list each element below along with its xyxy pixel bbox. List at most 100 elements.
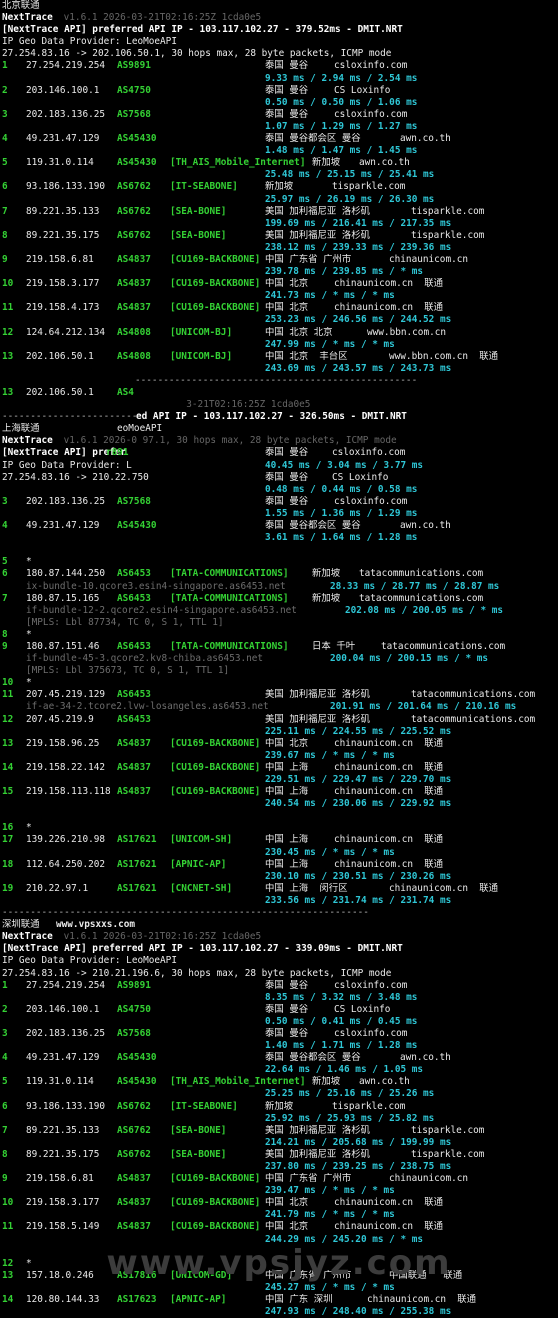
terminal-line: 6 93.186.133.190 AS6762 [IT-SEABONE] 新加坡 tisp…	[0, 181, 558, 193]
hop-asn: AS4750	[117, 1003, 151, 1015]
hop-geo: 泰国 曼谷都会区 曼谷	[265, 133, 361, 145]
hop-tag: [TATA-COMMUNICATIONS]	[170, 568, 289, 580]
hop-ip: 219.158.4.173	[26, 302, 100, 314]
terminal-line: [MPLS: Lbl 87734, TC 0, S 1, TTL 1]	[0, 617, 558, 629]
hop-ip: 202.183.136.25	[26, 108, 106, 120]
terminal-line: 247.93 ms / 248.40 ms / 255.38 ms	[0, 1306, 558, 1318]
hop-geo: 美国 加利福尼亚 洛杉矶	[265, 229, 371, 241]
terminal-line: IP Geo Data Provider: LeoMoeAPI	[0, 955, 558, 967]
terminal-line: 15 219.158.113.118 AS4837 [CU169-BACKBONE] 中…	[0, 786, 558, 798]
hop-ip: 93.186.133.190	[26, 1100, 106, 1112]
hop-ip: 49.231.47.129	[26, 1052, 100, 1064]
hop-host: chinaunicom.cn 联通	[389, 882, 499, 894]
terminal-line: 13 202.106.50.1 AS4808 [UNICOM-BJ] 中国 北京 丰台区…	[0, 351, 558, 363]
terminal-line: 0.50 ms / 0.41 ms / 0.45 ms	[0, 1016, 558, 1028]
hop-asn: AS6762	[117, 205, 151, 217]
geo-text: 泰国 曼谷	[265, 447, 309, 459]
hop-number: 11	[2, 1221, 14, 1233]
terminal-line: ----------------------------------------…	[0, 375, 558, 387]
terminal-line: 243.69 ms / 243.57 ms / 243.73 ms	[0, 363, 558, 375]
hop-number: 4	[2, 1052, 8, 1064]
terminal-line: 12 124.64.212.134 AS4808 [UNICOM-BJ] 中国 北京 北…	[0, 327, 558, 339]
line-text: IP Geo Data Provider: L	[2, 459, 132, 471]
rtt-text: 1.07 ms / 1.29 ms / 1.27 ms	[265, 120, 418, 132]
terminal-line: 上海联通 eoMoeAPI	[0, 423, 558, 435]
hop-number: 12	[2, 326, 14, 338]
rtt-text: 241.79 ms / * ms / * ms	[265, 1209, 395, 1221]
terminal-line: 3 202.183.136.25 AS7568 泰国 曼谷 csloxinfo.com	[0, 496, 558, 508]
hop-asn: AS4808	[117, 350, 151, 362]
asn-text: r891	[106, 447, 129, 459]
hop-ip: 124.64.212.134	[26, 326, 106, 338]
terminal-line: 8 *	[0, 629, 558, 641]
hop-ip: 27.254.219.254	[26, 979, 106, 991]
terminal-line: 3.61 ms / 1.64 ms / 1.28 ms	[0, 532, 558, 544]
hop-number: 2	[2, 84, 8, 96]
hop-number: 1	[2, 979, 8, 991]
terminal-line: 4 49.231.47.129 AS45430 泰国 曼谷都会区 曼谷 awn.co.t…	[0, 133, 558, 145]
terminal-line: 25.25 ms / 25.16 ms / 25.26 ms	[0, 1088, 558, 1100]
hop-ip: 219.158.5.149	[26, 1221, 100, 1233]
hop-geo: 泰国 曼谷都会区 曼谷	[265, 1052, 361, 1064]
hop-asn: AS45430	[117, 157, 157, 169]
hop-number: 6	[2, 1100, 8, 1112]
rtt-text: 241.73 ms / * ms / * ms	[265, 290, 395, 302]
hop-tag: [TATA-COMMUNICATIONS]	[170, 640, 289, 652]
hop-tag: [CU169-BACKBONE]	[170, 786, 261, 798]
terminal-line: 229.51 ms / 229.47 ms / 229.70 ms	[0, 774, 558, 786]
terminal-line: 27.254.83.16 -> 202.106.50.1, 30 hops ma…	[0, 48, 558, 60]
hop-host: chinaunicom.cn 联通	[334, 1197, 444, 1209]
hop-tag: [CNCNET-SH]	[170, 882, 233, 894]
rtt-text: 9.33 ms / 2.94 ms / 2.54 ms	[265, 72, 418, 84]
hop-asn: AS6453	[117, 689, 151, 701]
hop-tag: [APNIC-AP]	[170, 858, 227, 870]
hop-ip: 219.158.22.142	[26, 761, 106, 773]
terminal-line: NextTrace v1.6.1 2026-0 97.1, 30 hops ma…	[0, 435, 558, 447]
hop-ip: 89.221.35.133	[26, 1124, 100, 1136]
site-text: www.vpsxxs.com	[56, 919, 136, 931]
hop-ip: 49.231.47.129	[26, 520, 100, 532]
hop-host: chinaunicom.cn 联通	[334, 1221, 444, 1233]
terminal-line: IP Geo Data Provider: L 40.45 ms / 3.04 m…	[0, 460, 558, 472]
rtt-text: 0.50 ms / 0.41 ms / 0.45 ms	[265, 1015, 418, 1027]
hop-host: csloxinfo.com	[334, 60, 408, 72]
line-text: 3-21T02:16:25Z 1cda0e5	[0, 399, 311, 411]
hop-tag: [TH_AIS_Mobile_Internet]	[170, 157, 306, 169]
hop-host: csloxinfo.com	[334, 1027, 408, 1039]
terminal-line: 6 180.87.144.250 AS6453 [TATA-COMMUNICATION…	[0, 568, 558, 580]
hop-host: csloxinfo.com	[334, 979, 408, 991]
hop-number: 3	[2, 1027, 8, 1039]
terminal-line: ----------------------------------------…	[0, 907, 558, 919]
terminal-line: 0.50 ms / 0.50 ms / 1.06 ms	[0, 97, 558, 109]
hop-host: CS Loxinfo	[334, 84, 391, 96]
hop-asn: AS6762	[117, 1124, 151, 1136]
rtt-text: 233.56 ms / 231.74 ms / 231.74 ms	[265, 894, 452, 906]
terminal-line: 0.48 ms / 0.44 ms / 0.58 ms	[0, 484, 558, 496]
rtt-text: 229.51 ms / 229.47 ms / 229.70 ms	[265, 774, 452, 785]
app-name: NextTrace	[2, 931, 53, 943]
hop-tag: [SEA-BONE]	[170, 1148, 227, 1160]
hop-geo: 中国 上海	[265, 786, 309, 798]
hop-ip: 203.146.100.1	[26, 1003, 100, 1015]
hop-ip: 89.221.35.175	[26, 229, 100, 241]
hop-geo: 中国 北京	[265, 302, 309, 314]
hop-host: csloxinfo.com	[334, 495, 408, 507]
hop-ip: 210.22.97.1	[26, 882, 89, 894]
hop-host: tisparkle.com	[411, 229, 485, 241]
hop-geo: 泰国 曼谷	[265, 108, 309, 120]
hop-asn: AS4837	[117, 1197, 151, 1209]
rtt-text: 3.61 ms / 1.64 ms / 1.28 ms	[265, 532, 418, 544]
hop-host: chinaunicom.cn 联通	[334, 834, 444, 846]
reverse-dns: if-ae-34-2.tcore2.lvw-losangeles.as6453.…	[26, 701, 269, 713]
terminal-output: 北京联通 NextTrace v1.6.1 2026-03-21T02:16:25…	[0, 0, 558, 1318]
hop-asn: AS45430	[117, 133, 157, 145]
hop-asn: AS45430	[117, 1052, 157, 1064]
hop-number: 7	[2, 205, 8, 217]
terminal-line: if-bundle-12-2.qcore2.esin4-singapore.as…	[0, 605, 558, 617]
hop-timeout: *	[26, 556, 32, 568]
hop-tag: [CU169-BACKBONE]	[170, 1221, 261, 1233]
api-line: [NextTrace API] preferred API IP - 103.1…	[2, 24, 403, 36]
hop-geo: 新加坡	[312, 157, 341, 169]
app-name: NextTrace	[2, 12, 53, 24]
